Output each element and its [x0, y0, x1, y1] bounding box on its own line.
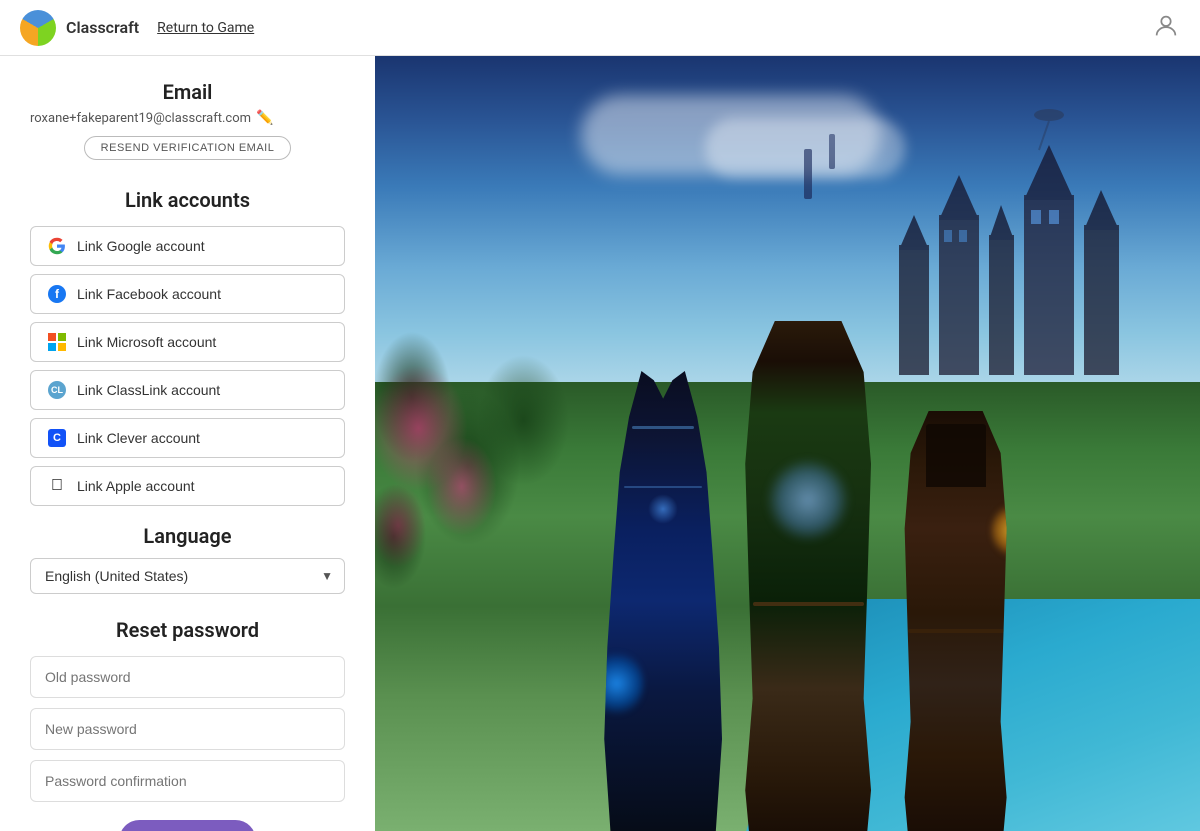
reset-password-section: Reset password SAVE — [30, 614, 345, 831]
belt — [753, 602, 864, 606]
scene-characters — [416, 149, 1200, 831]
language-title: Language — [30, 524, 345, 548]
mage-character — [716, 321, 901, 831]
link-google-label: Link Google account — [77, 238, 205, 254]
classcraft-logo-icon — [20, 10, 56, 46]
link-apple-label: Link Apple account — [77, 478, 195, 494]
link-accounts-section: Link accounts Link Google account f — [30, 188, 345, 514]
rogue-belt — [908, 629, 1004, 633]
link-classlink-button[interactable]: CL Link ClassLink account — [30, 370, 345, 410]
email-section: Email roxane+fakeparent19@classcraft.com… — [30, 80, 345, 184]
link-apple-button[interactable]:  Link Apple account — [30, 466, 345, 506]
warrior-energy-glow — [589, 651, 644, 716]
rogue-fire-glow — [991, 503, 1039, 558]
rogue-character — [881, 411, 1031, 831]
cape-highlight — [874, 398, 882, 704]
language-section: Language English (United States) French … — [30, 514, 345, 614]
armor-highlight-2 — [624, 486, 702, 488]
reset-password-title: Reset password — [116, 618, 259, 642]
link-microsoft-button[interactable]: Link Microsoft account — [30, 322, 345, 362]
language-select[interactable]: English (United States) French (Canada) … — [30, 558, 345, 594]
save-password-button[interactable]: SAVE — [119, 820, 257, 831]
armor-highlight — [632, 426, 694, 429]
resend-verification-button[interactable]: RESEND VERIFICATION EMAIL — [84, 136, 292, 160]
mage-orb — [766, 457, 851, 542]
link-microsoft-label: Link Microsoft account — [77, 334, 216, 350]
rogue-body — [881, 411, 1031, 831]
classlink-icon: CL — [47, 380, 67, 400]
email-address-row: roxane+fakeparent19@classcraft.com ✏️ — [30, 110, 345, 126]
user-profile-icon[interactable] — [1152, 12, 1180, 44]
microsoft-icon — [47, 332, 67, 352]
link-accounts-title: Link accounts — [30, 188, 345, 212]
clever-icon: C — [47, 428, 67, 448]
link-facebook-label: Link Facebook account — [77, 286, 221, 302]
logo-text: Classcraft — [66, 18, 139, 37]
header-left: Classcraft Return to Game — [20, 10, 254, 46]
password-confirmation-input[interactable] — [30, 760, 345, 802]
game-scene-panel — [375, 56, 1200, 831]
game-scene — [375, 56, 1200, 831]
link-clever-button[interactable]: C Link Clever account — [30, 418, 345, 458]
header: Classcraft Return to Game — [0, 0, 1200, 56]
left-panel: Email roxane+fakeparent19@classcraft.com… — [0, 56, 375, 831]
link-google-button[interactable]: Link Google account — [30, 226, 345, 266]
google-icon — [47, 236, 67, 256]
link-clever-label: Link Clever account — [77, 430, 200, 446]
link-facebook-button[interactable]: f Link Facebook account — [30, 274, 345, 314]
email-section-title: Email — [30, 80, 345, 104]
edit-email-icon[interactable]: ✏️ — [256, 110, 273, 126]
apple-icon:  — [47, 476, 67, 496]
chest-emblem — [648, 494, 678, 524]
new-password-input[interactable] — [30, 708, 345, 750]
main-layout: Email roxane+fakeparent19@classcraft.com… — [0, 56, 1200, 831]
mage-body — [716, 321, 901, 831]
email-value: roxane+fakeparent19@classcraft.com — [30, 111, 251, 126]
link-classlink-label: Link ClassLink account — [77, 382, 220, 398]
return-to-game-link[interactable]: Return to Game — [157, 20, 254, 36]
rogue-hood — [926, 424, 986, 487]
facebook-icon: f — [47, 284, 67, 304]
old-password-input[interactable] — [30, 656, 345, 698]
language-select-wrapper: English (United States) French (Canada) … — [30, 558, 345, 594]
